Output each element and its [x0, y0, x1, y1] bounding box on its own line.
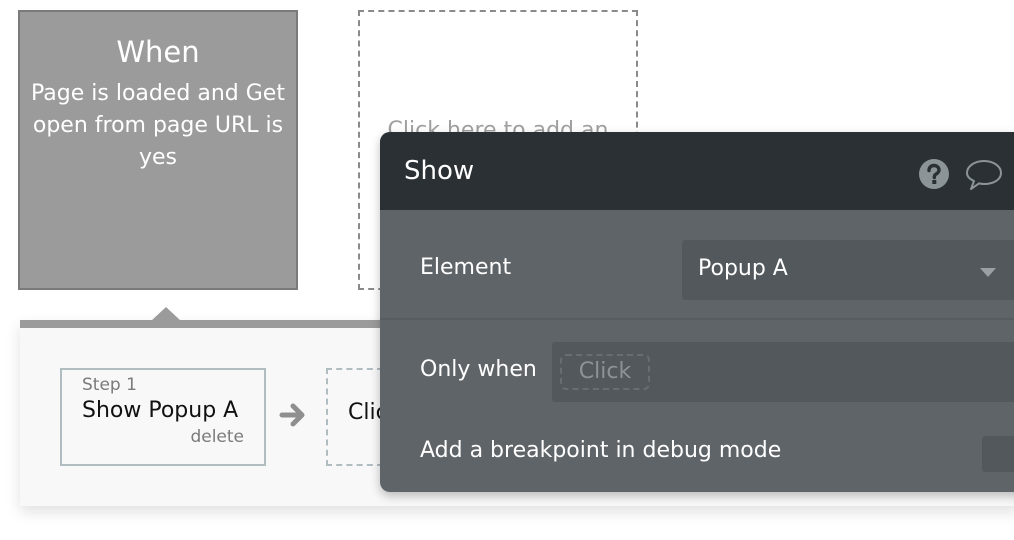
- event-card-when[interactable]: When Page is loaded and Get open from pa…: [18, 10, 298, 290]
- arrow-right-icon: [279, 403, 305, 427]
- element-dropdown[interactable]: Popup A: [682, 240, 1014, 300]
- chevron-down-icon[interactable]: [980, 268, 996, 277]
- only-when-click-placeholder[interactable]: Click: [560, 354, 650, 390]
- panel-title: Show: [404, 156, 475, 186]
- breakpoint-checkbox[interactable]: [982, 436, 1014, 472]
- element-row: Element Popup A: [380, 210, 1014, 320]
- element-dropdown-value: Popup A: [698, 256, 788, 281]
- workflow-step[interactable]: Step 1 Show Popup A delete: [60, 368, 266, 466]
- strip-pointer: [151, 307, 181, 321]
- only-when-row: Only when Click: [380, 322, 1014, 422]
- event-title: When: [116, 35, 200, 69]
- breakpoint-row: Add a breakpoint in debug mode: [380, 422, 1014, 492]
- comment-icon[interactable]: [964, 158, 1004, 192]
- only-when-condition-field[interactable]: Click: [552, 342, 1014, 402]
- event-description: Page is loaded and Get open from page UR…: [31, 81, 285, 170]
- element-label: Element: [420, 255, 512, 280]
- action-property-editor: Show Element Popup A Only when Click Add…: [380, 132, 1014, 492]
- breakpoint-label: Add a breakpoint in debug mode: [420, 438, 782, 463]
- panel-header: Show: [380, 132, 1014, 210]
- step-number-label: Step 1: [82, 375, 137, 395]
- step-delete-link[interactable]: delete: [82, 426, 244, 448]
- step-name: Show Popup A: [82, 398, 239, 423]
- only-when-label: Only when: [420, 357, 537, 382]
- help-icon[interactable]: [918, 158, 950, 190]
